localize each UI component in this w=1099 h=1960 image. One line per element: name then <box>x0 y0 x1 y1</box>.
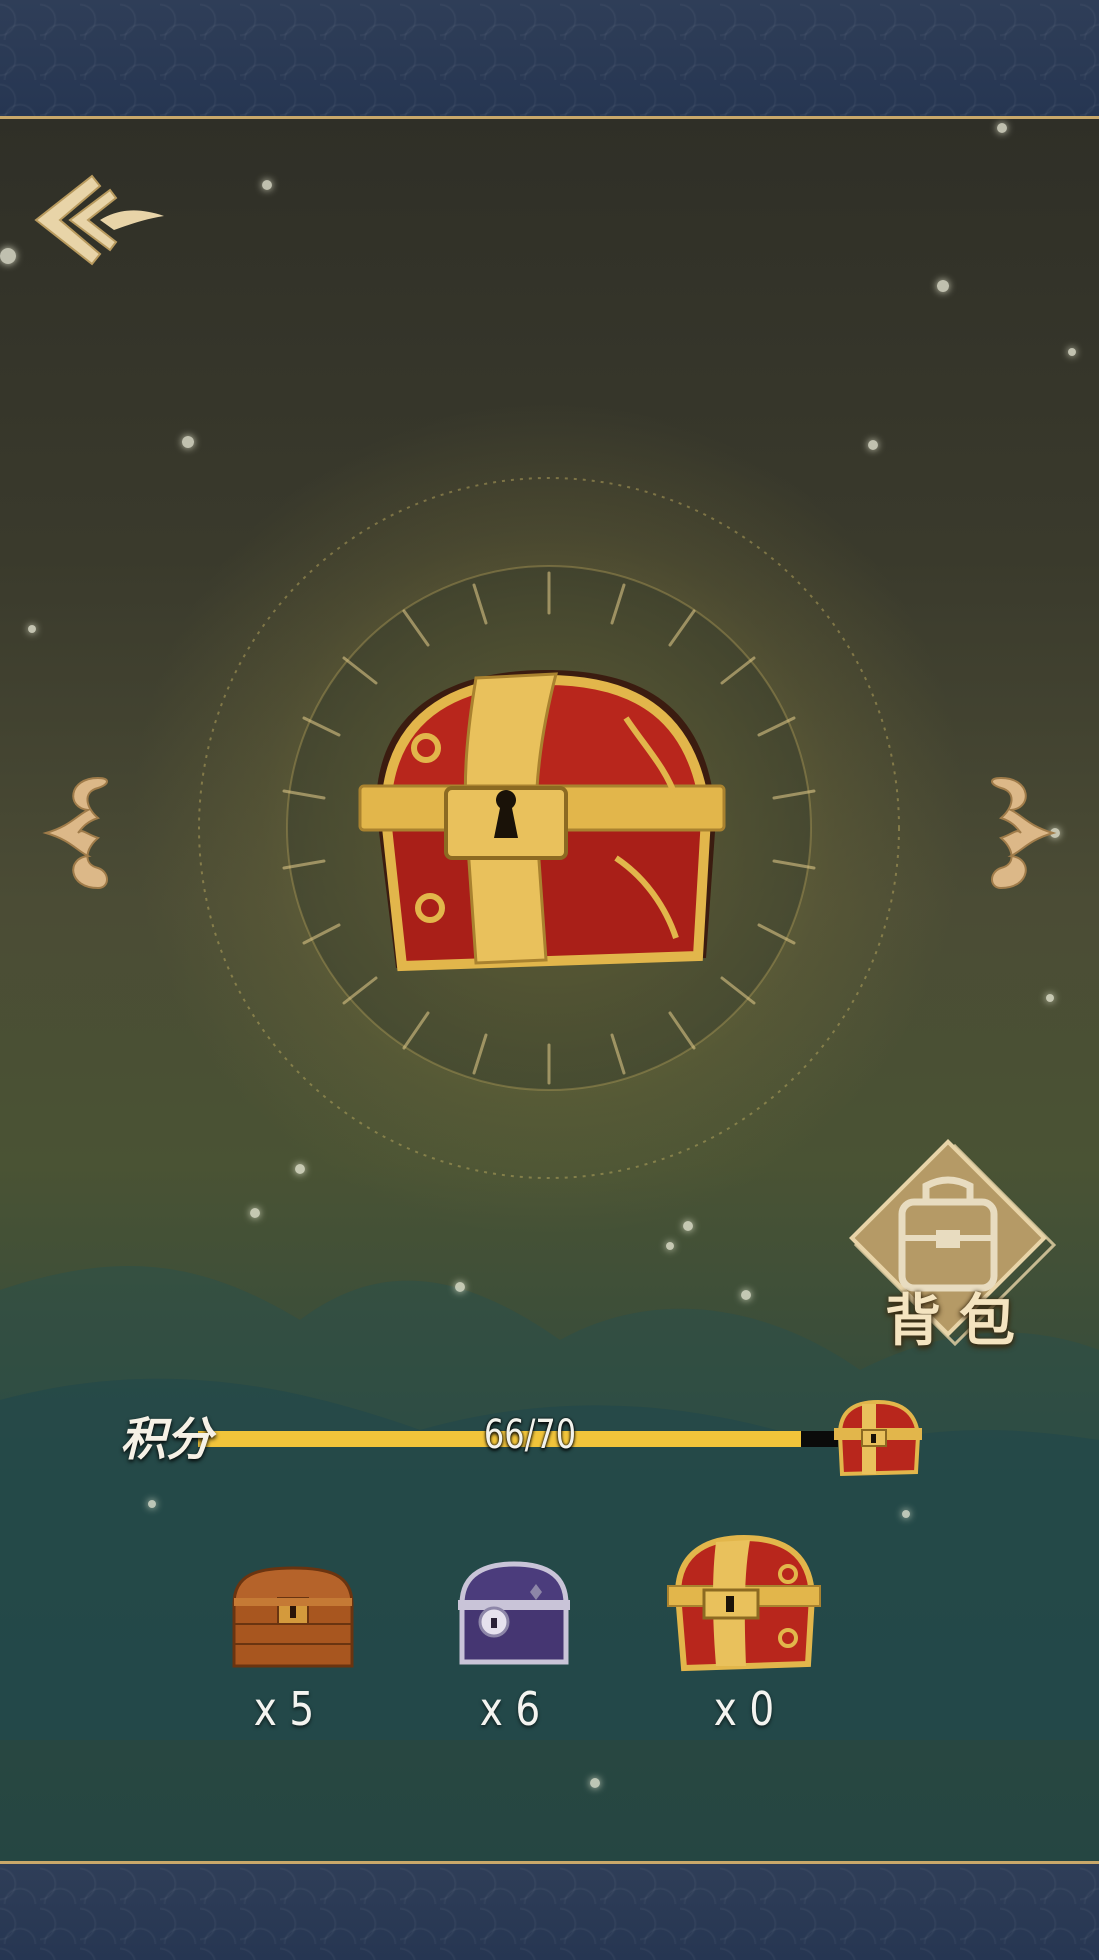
purple-chest-icon[interactable] <box>454 1560 574 1670</box>
sparkle <box>590 1778 600 1788</box>
sparkle <box>666 1242 674 1250</box>
backpack-label[interactable]: 背包 <box>884 1276 1034 1357</box>
sparkle <box>1068 348 1076 356</box>
sparkle <box>455 1282 465 1292</box>
sparkle <box>250 1208 260 1218</box>
goal-chest-icon[interactable] <box>832 1398 924 1478</box>
sparkle <box>937 280 949 292</box>
sparkle <box>1046 994 1054 1002</box>
sparkle <box>868 440 878 450</box>
purple-chest-count: x 6 <box>479 1682 541 1736</box>
right-scroll-arrow-icon[interactable] <box>987 768 1061 898</box>
left-scroll-arrow-icon[interactable] <box>38 768 112 898</box>
red-gold-chest-icon[interactable] <box>664 1534 824 1674</box>
top-banner <box>0 0 1099 119</box>
sparkle <box>262 180 272 190</box>
wooden-chest-count: x 5 <box>253 1682 315 1736</box>
sparkle <box>28 625 36 633</box>
sparkle <box>148 1500 156 1508</box>
back-arrow-icon[interactable] <box>30 168 170 272</box>
featured-treasure-chest-icon[interactable] <box>346 658 736 998</box>
sparkle <box>0 248 16 264</box>
red-gold-chest-count: x 0 <box>713 1682 775 1736</box>
score-progress-text: 66/70 <box>483 1412 577 1458</box>
sparkle <box>741 1290 751 1300</box>
sparkle <box>683 1221 693 1231</box>
sparkle <box>182 436 194 448</box>
sparkle <box>902 1510 910 1518</box>
bottom-banner <box>0 1861 1099 1960</box>
score-label: 积分 <box>120 1412 212 1466</box>
sparkle <box>997 123 1007 133</box>
wooden-chest-icon[interactable] <box>228 1564 358 1674</box>
